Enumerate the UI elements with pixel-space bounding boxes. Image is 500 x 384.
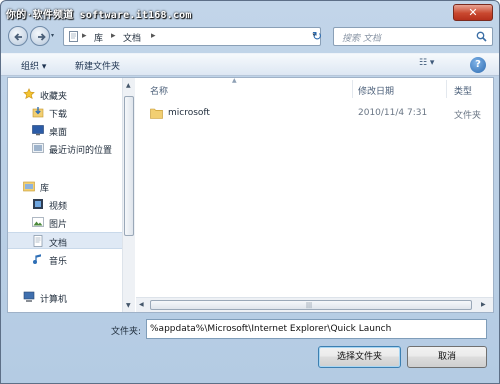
pictures-icon bbox=[32, 217, 44, 227]
organize-button[interactable]: 组织 ▾ bbox=[21, 59, 46, 72]
scroll-down-icon[interactable]: ▼ bbox=[126, 302, 131, 309]
sidebar-item-videos[interactable]: 视频 bbox=[8, 196, 122, 213]
sidebar-item-label: 视频 bbox=[49, 202, 68, 212]
sidebar-item-label: 音乐 bbox=[49, 257, 68, 267]
sidebar-item-label: 桌面 bbox=[49, 128, 68, 138]
table-row[interactable]: microsoft 2010/11/4 7:31 文件夹 bbox=[146, 106, 491, 122]
library-icon bbox=[23, 181, 35, 192]
folder-path-input[interactable]: %appdata%\Microsoft\Internet Explorer\Qu… bbox=[146, 319, 487, 339]
breadcrumb-library[interactable]: 库 bbox=[94, 31, 103, 44]
recent-places-icon bbox=[32, 143, 44, 153]
folder-picker-dialog: 你的·软件频道 software.it168.com ✕ ▾ ▸ 库 ▸ 文档 … bbox=[0, 0, 500, 384]
search-placeholder: 搜索 文档 bbox=[342, 34, 381, 44]
scroll-right-icon[interactable]: ▶ bbox=[481, 301, 486, 308]
folder-icon bbox=[150, 108, 163, 119]
sidebar-item-label: 收藏夹 bbox=[40, 92, 68, 102]
sidebar-item-recent-places[interactable]: 最近访问的位置 bbox=[8, 140, 122, 157]
forward-arrow-icon bbox=[38, 33, 46, 41]
watermark: 你的·软件频道 software.it168.com bbox=[6, 10, 192, 21]
column-divider[interactable] bbox=[352, 80, 353, 98]
breadcrumb-separator: ▸ bbox=[82, 31, 87, 41]
view-options-button[interactable]: ☷ ▾ bbox=[419, 58, 445, 72]
grip-icon: ||| bbox=[306, 302, 313, 309]
download-folder-icon bbox=[32, 107, 44, 118]
sidebar-item-label: 计算机 bbox=[40, 295, 68, 305]
cancel-button[interactable]: 取消 bbox=[407, 346, 487, 368]
desktop-icon bbox=[32, 125, 44, 136]
sidebar-item-pictures[interactable]: 图片 bbox=[8, 214, 122, 231]
search-icon[interactable] bbox=[476, 31, 487, 42]
scrollbar-thumb[interactable] bbox=[124, 96, 134, 236]
sidebar-item-label: 库 bbox=[40, 184, 50, 194]
back-button[interactable] bbox=[8, 26, 28, 46]
documents-icon bbox=[33, 235, 43, 247]
title-bar: 你的·软件频道 software.it168.com ✕ bbox=[1, 1, 499, 23]
recent-pages-dropdown[interactable]: ▾ bbox=[51, 32, 59, 40]
sidebar-item-desktop[interactable]: 桌面 bbox=[8, 122, 122, 139]
column-header-modified[interactable]: 修改日期 bbox=[358, 84, 394, 97]
breadcrumb-separator: ▸ bbox=[151, 31, 156, 41]
close-button[interactable]: ✕ bbox=[453, 4, 493, 21]
file-type: 文件夹 bbox=[454, 111, 482, 121]
video-icon bbox=[33, 199, 43, 209]
sidebar-item-label: 文档 bbox=[49, 239, 68, 249]
sidebar-item-libraries[interactable]: 库 bbox=[8, 178, 122, 195]
file-modified: 2010/11/4 7:31 bbox=[358, 108, 428, 118]
file-list-scrollbar[interactable]: ◀ ||| ▶ bbox=[136, 297, 493, 312]
refresh-button[interactable]: ↻ bbox=[306, 27, 328, 46]
music-icon bbox=[33, 254, 41, 264]
file-name: microsoft bbox=[168, 108, 210, 118]
computer-icon bbox=[23, 291, 35, 302]
star-icon bbox=[23, 88, 35, 99]
command-bar: 组织 ▾ 新建文件夹 ☷ ▾ ? bbox=[1, 53, 499, 76]
navigation-bar: ▾ ▸ 库 ▸ 文档 ▸ ▾ ↻ 搜索 文档 bbox=[1, 24, 499, 50]
search-input[interactable]: 搜索 文档 bbox=[333, 27, 493, 46]
sidebar-item-documents[interactable]: 文档 bbox=[8, 232, 122, 249]
navigation-scrollbar[interactable]: ▲ ▼ bbox=[122, 78, 135, 312]
new-folder-button[interactable]: 新建文件夹 bbox=[75, 59, 120, 72]
sidebar-item-computer[interactable]: 计算机 bbox=[8, 289, 122, 306]
sidebar-item-label: 图片 bbox=[49, 220, 68, 230]
content-area: 收藏夹 下载 桌面 最近访问的位置 库 视频 图片 文档 音乐 计算机 ▲ ▼ … bbox=[7, 77, 494, 313]
file-list: ▲ 名称 修改日期 类型 microsoft 2010/11/4 7:31 文件… bbox=[136, 77, 493, 312]
forward-button[interactable] bbox=[30, 26, 50, 46]
breadcrumb-separator: ▸ bbox=[111, 31, 116, 41]
sidebar-item-label: 下载 bbox=[49, 110, 68, 120]
sidebar-item-label: 最近访问的位置 bbox=[49, 146, 113, 156]
folder-label: 文件夹: bbox=[111, 327, 142, 337]
sidebar-item-music[interactable]: 音乐 bbox=[8, 251, 122, 268]
breadcrumb-documents[interactable]: 文档 bbox=[123, 31, 141, 44]
navigation-pane: 收藏夹 下载 桌面 最近访问的位置 库 视频 图片 文档 音乐 计算机 bbox=[8, 78, 122, 312]
select-folder-button[interactable]: 选择文件夹 bbox=[318, 346, 401, 368]
back-arrow-icon bbox=[14, 33, 22, 41]
scroll-left-icon[interactable]: ◀ bbox=[139, 301, 144, 308]
scrollbar-thumb[interactable]: ||| bbox=[150, 300, 472, 310]
column-divider[interactable] bbox=[446, 80, 447, 98]
address-bar[interactable]: ▸ 库 ▸ 文档 ▸ ▾ bbox=[63, 27, 321, 46]
column-header-name[interactable]: 名称 bbox=[150, 84, 168, 97]
help-icon[interactable]: ? bbox=[470, 57, 486, 73]
sidebar-item-downloads[interactable]: 下载 bbox=[8, 104, 122, 121]
sort-indicator-icon: ▲ bbox=[232, 77, 237, 84]
scroll-up-icon[interactable]: ▲ bbox=[126, 82, 131, 89]
sidebar-item-favorites[interactable]: 收藏夹 bbox=[8, 86, 122, 103]
documents-icon bbox=[69, 31, 78, 42]
column-header-type[interactable]: 类型 bbox=[454, 84, 472, 97]
